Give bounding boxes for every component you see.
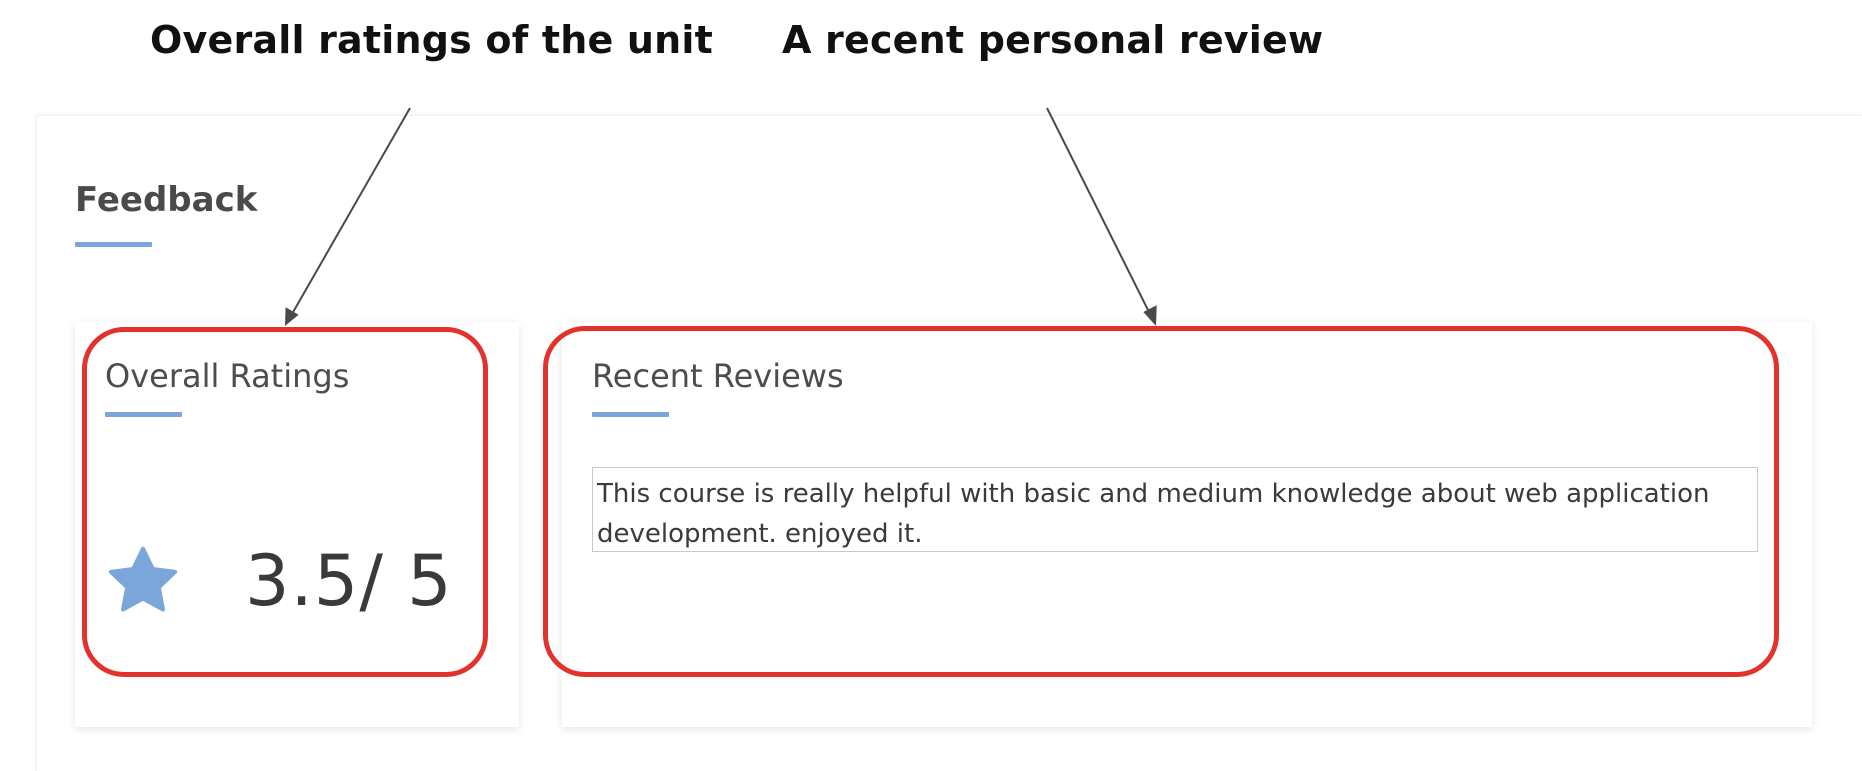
feedback-title-underline [75, 242, 152, 247]
overall-ratings-title: Overall Ratings [105, 357, 350, 395]
recent-reviews-title-underline [592, 412, 669, 417]
recent-reviews-card: Recent Reviews This course is really hel… [562, 322, 1812, 727]
rating-score: 3.5/ 5 [245, 540, 453, 622]
recent-reviews-title: Recent Reviews [592, 357, 844, 395]
review-text-box: This course is really helpful with basic… [592, 467, 1758, 552]
rating-row: 3.5/ 5 [103, 540, 453, 622]
star-icon [108, 546, 178, 612]
feedback-section-title: Feedback [75, 180, 258, 220]
overall-ratings-card: Overall Ratings 3.5/ 5 [75, 322, 519, 727]
annotation-caption-overall-ratings: Overall ratings of the unit [150, 18, 713, 62]
annotation-caption-recent-review: A recent personal review [782, 18, 1324, 62]
overall-ratings-title-underline [105, 412, 182, 417]
